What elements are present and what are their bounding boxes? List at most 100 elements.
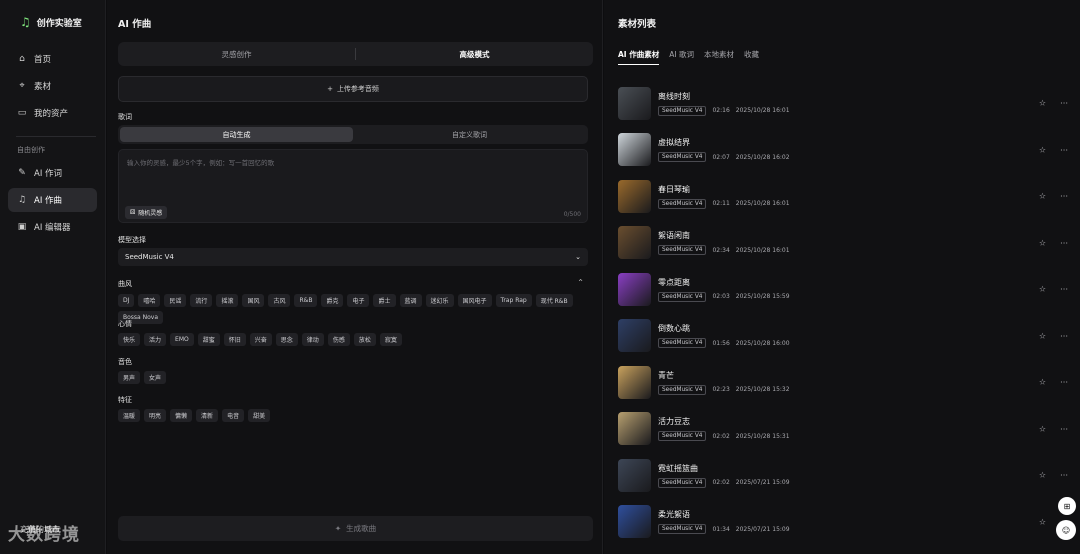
mood-tag[interactable]: 快乐 bbox=[118, 333, 141, 346]
style-tag[interactable]: 流行 bbox=[190, 294, 213, 307]
sidebar-item-assets[interactable]: ▭ 我的资产 bbox=[8, 101, 97, 125]
mood-tag[interactable]: 律动 bbox=[301, 333, 324, 346]
mood-tag[interactable]: 思念 bbox=[275, 333, 298, 346]
style-tag[interactable]: 现代 R&B bbox=[535, 294, 573, 307]
track-sub: SeedMusic V4 01:34 2025/07/21 15:09 bbox=[658, 524, 790, 535]
star-icon[interactable]: ☆ bbox=[1039, 471, 1046, 480]
list-item[interactable]: 柔光絮语SeedMusic V401:342025/07/21 15:09☆⋯ bbox=[618, 499, 1068, 546]
star-icon[interactable]: ☆ bbox=[1039, 145, 1046, 154]
more-icon[interactable]: ⋯ bbox=[1060, 378, 1068, 387]
star-icon[interactable]: ☆ bbox=[1039, 331, 1046, 340]
more-icon[interactable]: ⋯ bbox=[1060, 471, 1068, 480]
list-item[interactable]: 霓虹摇篮曲 SeedMusic V4 02:02 2025/07/21 15:09 ☆ ⋯ bbox=[618, 452, 1068, 499]
mood-tag[interactable]: 兴奋 bbox=[249, 333, 272, 346]
sidebar-item-ai-compose[interactable]: ♫ AI 作曲 bbox=[8, 188, 97, 212]
lyrics-placeholder: 输入你的灵感，最少5个字，例如：写一首回忆的歌 bbox=[127, 159, 275, 167]
track-date: 2025/10/28 15:31 bbox=[735, 432, 790, 440]
style-tag[interactable]: 嘻哈 bbox=[138, 294, 161, 307]
style-tag[interactable]: 蓝调 bbox=[399, 294, 422, 307]
list-item[interactable]: 离线时刻 SeedMusic V4 02:16 2025/10/28 16:01 ☆ ⋯ bbox=[618, 80, 1068, 127]
more-icon[interactable]: ⋯ bbox=[1060, 285, 1068, 294]
brand-logo[interactable]: ♫ 创作实验室 bbox=[20, 14, 82, 30]
list-item[interactable]: 絮语闲南 SeedMusic V4 02:34 2025/10/28 16:01 ☆ ⋯ bbox=[618, 220, 1068, 267]
feature-tag[interactable]: 电音 bbox=[222, 409, 245, 422]
track-meta: 柔光絮语 SeedMusic V4 01:34 2025/07/21 15:09 bbox=[658, 509, 790, 535]
row-actions: ☆⋯ bbox=[1039, 378, 1068, 387]
sidebar-item-label: 素材 bbox=[34, 82, 52, 92]
star-icon[interactable]: ☆ bbox=[1039, 99, 1046, 108]
tab-ai-lyrics[interactable]: AI 歌词 bbox=[669, 49, 694, 65]
style-tag[interactable]: 爵士 bbox=[373, 294, 396, 307]
feature-tag[interactable]: 温暖 bbox=[118, 409, 141, 422]
more-icon[interactable]: ⋯ bbox=[1060, 145, 1068, 154]
mood-tag[interactable]: 怀旧 bbox=[223, 333, 246, 346]
track-duration: 02:11 bbox=[712, 200, 730, 208]
list-item[interactable]: 活力豆志 SeedMusic V4 02:02 2025/10/28 15:31 ☆ ⋯ bbox=[618, 406, 1068, 453]
style-tag[interactable]: 电子 bbox=[347, 294, 370, 307]
model-select[interactable]: SeedMusic V4 ⌄ bbox=[118, 248, 588, 266]
feature-tag[interactable]: 慵懒 bbox=[170, 409, 193, 422]
star-icon[interactable]: ☆ bbox=[1039, 378, 1046, 387]
tab-ai-compose-materials[interactable]: AI 作曲素材 bbox=[618, 49, 660, 65]
feature-tag[interactable]: 甜美 bbox=[248, 409, 271, 422]
sidebar-item-label: AI 作曲 bbox=[34, 196, 63, 206]
feature-tag[interactable]: 明亮 bbox=[144, 409, 167, 422]
more-icon[interactable]: ⋯ bbox=[1060, 192, 1068, 201]
style-tag[interactable]: 摇滚 bbox=[216, 294, 239, 307]
random-inspiration-button[interactable]: ⚄ 随机灵感 bbox=[125, 206, 168, 219]
mood-tag[interactable]: 甜蜜 bbox=[197, 333, 220, 346]
generate-song-button[interactable]: ✦ 生成歌曲 bbox=[118, 516, 593, 541]
style-tag[interactable]: 爵克 bbox=[321, 294, 344, 307]
style-tag[interactable]: 古风 bbox=[268, 294, 291, 307]
feature-tag[interactable]: 清新 bbox=[196, 409, 219, 422]
mood-tag[interactable]: 寂寞 bbox=[379, 333, 402, 346]
style-tag[interactable]: 民谣 bbox=[164, 294, 187, 307]
style-tag[interactable]: 国风 bbox=[242, 294, 265, 307]
tab-custom-lyrics[interactable]: 自定义歌词 bbox=[353, 127, 586, 142]
star-icon[interactable]: ☆ bbox=[1039, 517, 1046, 526]
star-icon[interactable]: ☆ bbox=[1039, 192, 1046, 201]
chevron-up-icon[interactable]: ⌃ bbox=[577, 278, 584, 287]
style-tag[interactable]: Trap Rap bbox=[495, 294, 532, 307]
track-sub: SeedMusic V4 02:02 2025/10/28 15:31 bbox=[658, 431, 790, 442]
voice-tags: 男声 女声 bbox=[118, 371, 593, 384]
more-icon[interactable]: ⋯ bbox=[1060, 331, 1068, 340]
star-icon[interactable]: ☆ bbox=[1039, 424, 1046, 433]
sidebar-item-ai-lyrics[interactable]: ✎ AI 作词 bbox=[8, 161, 97, 185]
tab-local-materials[interactable]: 本地素材 bbox=[704, 49, 734, 65]
list-item[interactable]: 虚拟结界 SeedMusic V4 02:07 2025/10/28 16:02 ☆ ⋯ bbox=[618, 127, 1068, 174]
sidebar-item-materials[interactable]: ⌖ 素材 bbox=[8, 74, 97, 98]
mood-tag[interactable]: EMO bbox=[170, 333, 194, 346]
sidebar-item-ai-editor[interactable]: ▣ AI 编辑器 bbox=[8, 215, 97, 239]
tab-advanced[interactable]: 高级模式 bbox=[356, 42, 593, 66]
track-list: 离线时刻 SeedMusic V4 02:16 2025/10/28 16:01 ☆ ⋯ 虚… bbox=[618, 80, 1068, 545]
more-icon[interactable]: ⋯ bbox=[1060, 424, 1068, 433]
mood-tag[interactable]: 活力 bbox=[144, 333, 167, 346]
list-item[interactable]: 春日琴瑜 SeedMusic V4 02:11 2025/10/28 16:01 ☆ ⋯ bbox=[618, 173, 1068, 220]
star-icon[interactable]: ☆ bbox=[1039, 285, 1046, 294]
style-tag[interactable]: 国风电子 bbox=[457, 294, 492, 307]
track-cover bbox=[618, 226, 651, 260]
mood-tag[interactable]: 放松 bbox=[353, 333, 376, 346]
mood-tag[interactable]: 伤感 bbox=[327, 333, 350, 346]
sidebar-item-home[interactable]: ⌂ 首页 bbox=[8, 47, 97, 71]
voice-tag[interactable]: 女声 bbox=[144, 371, 167, 384]
list-item[interactable]: 青芒 SeedMusic V4 02:23 2025/10/28 15:32 ☆ ⋯ bbox=[618, 359, 1068, 406]
lyrics-input[interactable]: 输入你的灵感，最少5个字，例如：写一首回忆的歌 ⚄ 随机灵感 0/500 bbox=[118, 149, 588, 223]
more-icon[interactable]: ⋯ bbox=[1060, 238, 1068, 247]
list-item[interactable]: 零点距离 SeedMusic V4 02:03 2025/10/28 15:59 ☆ ⋯ bbox=[618, 266, 1068, 313]
tab-inspiration[interactable]: 灵感创作 bbox=[118, 42, 355, 66]
style-tag[interactable]: DJ bbox=[118, 294, 135, 307]
track-cover bbox=[618, 272, 651, 306]
grid-icon[interactable]: ⊞ bbox=[1058, 497, 1076, 515]
tab-auto-lyrics[interactable]: 自动生成 bbox=[120, 127, 353, 142]
style-tag[interactable]: 迷幻乐 bbox=[425, 294, 454, 307]
style-tag[interactable]: R&B bbox=[294, 294, 318, 307]
star-icon[interactable]: ☆ bbox=[1039, 238, 1046, 247]
list-item[interactable]: 倒数心跳 SeedMusic V4 01:56 2025/10/28 16:00 ☆ ⋯ bbox=[618, 313, 1068, 360]
voice-tag[interactable]: 男声 bbox=[118, 371, 141, 384]
upload-reference-button[interactable]: + 上传参考音频 bbox=[118, 76, 588, 102]
tab-favorites[interactable]: 收藏 bbox=[744, 49, 759, 65]
more-icon[interactable]: ⋯ bbox=[1060, 99, 1068, 108]
assistant-icon[interactable]: ☺ bbox=[1056, 520, 1076, 540]
